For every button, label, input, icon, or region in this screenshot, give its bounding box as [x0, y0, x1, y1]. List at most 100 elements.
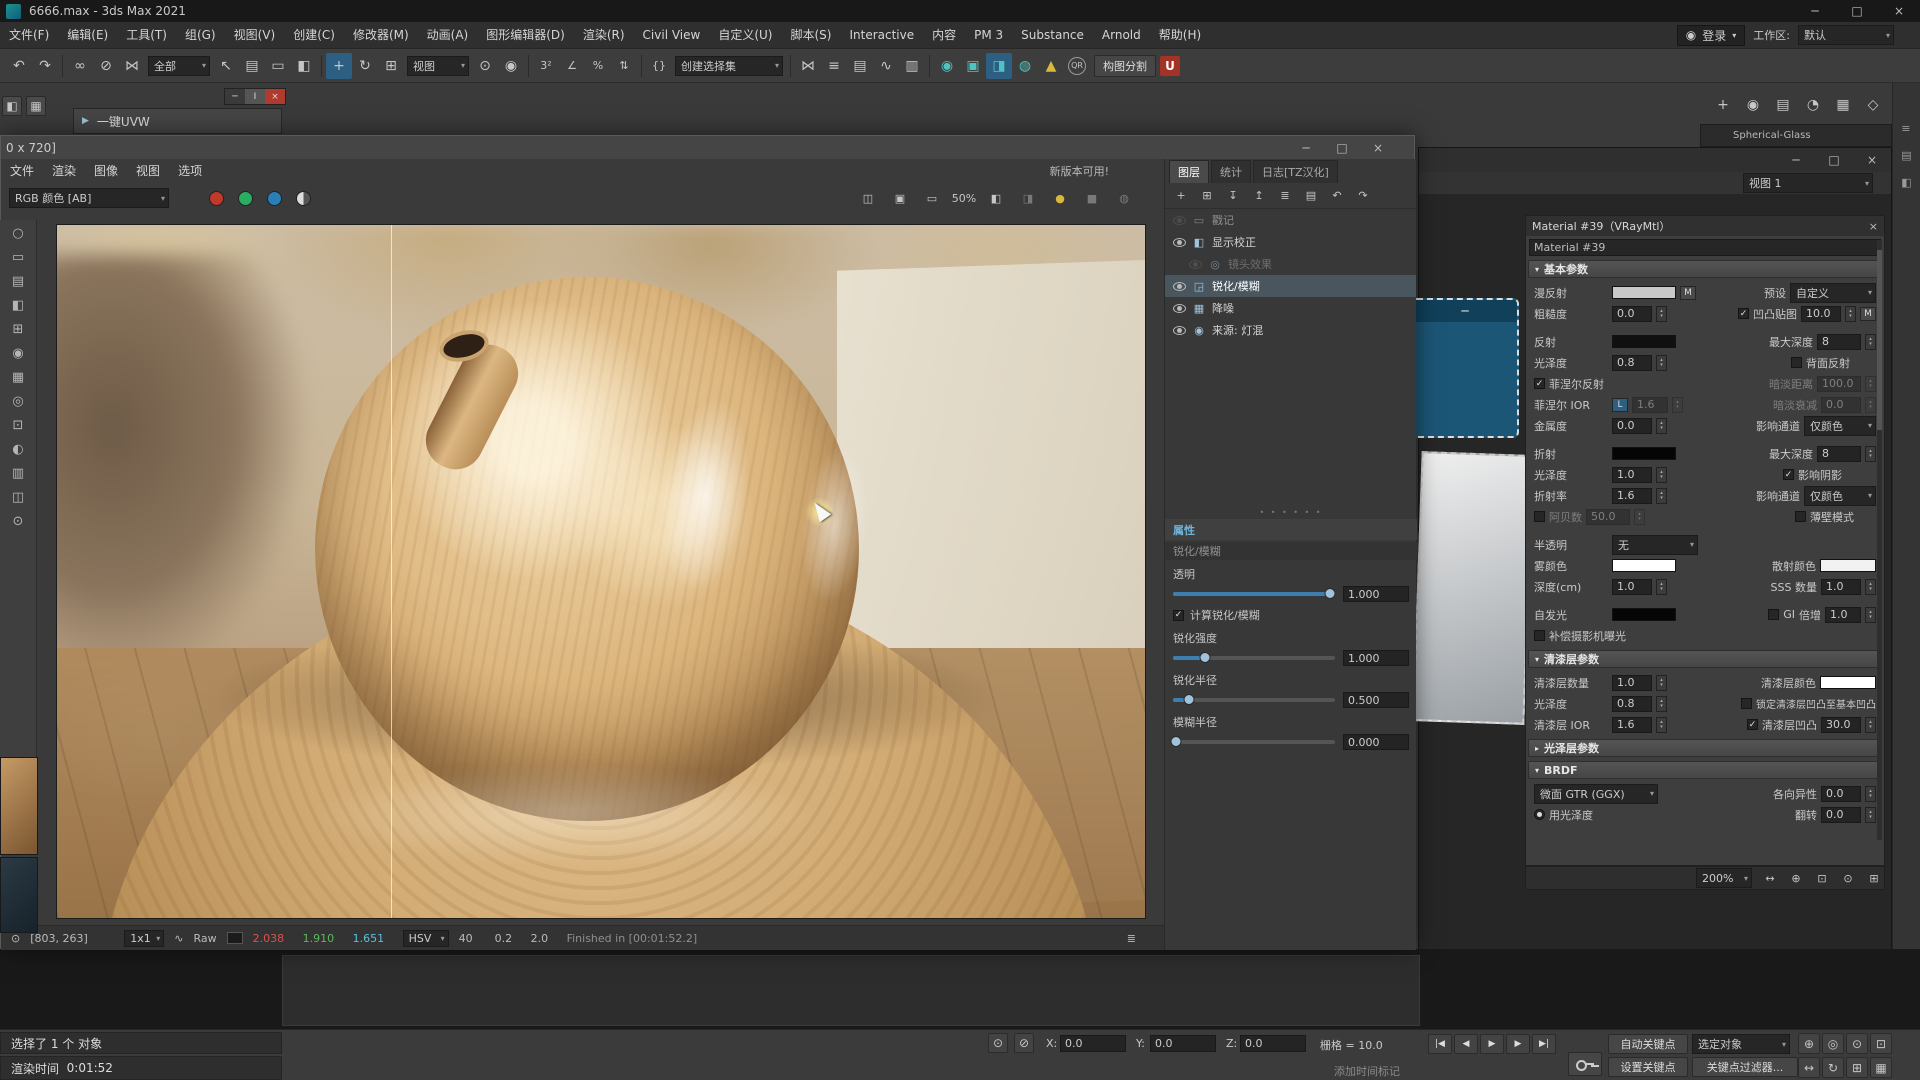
curve-icon[interactable]: ∿: [174, 932, 183, 945]
spinner[interactable]: [1656, 355, 1667, 371]
pan-icon[interactable]: ↔: [1760, 868, 1780, 888]
move-icon[interactable]: +: [326, 53, 352, 79]
depth-value[interactable]: 1.0: [1612, 579, 1652, 595]
spinner[interactable]: [1656, 467, 1667, 483]
channel-dropdown[interactable]: RGB 颜色 [AB]: [9, 188, 169, 208]
zoom-icon[interactable]: ⊕: [1786, 868, 1806, 888]
blue-channel-icon[interactable]: [267, 191, 282, 206]
metalness-value[interactable]: 0.0: [1612, 418, 1652, 434]
bump-value[interactable]: 10.0: [1801, 306, 1841, 322]
warning-icon[interactable]: ▲: [1038, 53, 1064, 79]
opacity-value[interactable]: 1.000: [1343, 586, 1409, 602]
orbit-icon[interactable]: ↻: [1822, 1057, 1844, 1078]
angle-snap-icon[interactable]: ∠: [559, 53, 585, 79]
menu-item[interactable]: 帮助(H): [1150, 28, 1210, 42]
play-icon[interactable]: ▶: [1480, 1034, 1504, 1054]
coat-amount-value[interactable]: 1.0: [1612, 675, 1652, 691]
add-layer-icon[interactable]: +: [1171, 186, 1191, 206]
undo-layer-icon[interactable]: ↶: [1327, 186, 1347, 206]
material-node[interactable]: ─: [1411, 298, 1519, 438]
display-tab-icon[interactable]: ▦: [1830, 92, 1856, 118]
u-script-button[interactable]: U: [1160, 56, 1180, 76]
set-key-icon[interactable]: [1568, 1052, 1602, 1076]
sss-value[interactable]: 1.0: [1821, 579, 1861, 595]
scene-explorer-icon[interactable]: ▤: [847, 53, 873, 79]
left-tool-icon[interactable]: ◫: [12, 490, 24, 505]
rotation-value[interactable]: 0.0: [1821, 807, 1861, 823]
region-render-icon[interactable]: ▭: [922, 188, 942, 208]
add-folder-icon[interactable]: ⊞: [1197, 186, 1217, 206]
hierarchy-tab-icon[interactable]: ▤: [1770, 92, 1796, 118]
edit-named-selections-icon[interactable]: {}: [646, 53, 672, 79]
selected-object-dropdown[interactable]: 选定对象: [1692, 1034, 1790, 1054]
save-layers-icon[interactable]: ↧: [1223, 186, 1243, 206]
vfb-minimize-button[interactable]: ─: [1288, 136, 1324, 159]
diffuse-color-swatch[interactable]: [1612, 286, 1676, 299]
ior-value[interactable]: 1.6: [1612, 488, 1652, 504]
slate-view-dropdown[interactable]: 视图 1: [1743, 173, 1873, 193]
login-button[interactable]: ◉登录▾: [1677, 25, 1746, 46]
pan-icon[interactable]: ↔: [1798, 1057, 1820, 1078]
reflect-gloss-value[interactable]: 0.8: [1612, 355, 1652, 371]
vfb-tab[interactable]: 日志[TZ汉化]: [1253, 160, 1338, 183]
scrollbar[interactable]: [1877, 240, 1882, 840]
pin-icon[interactable]: ⊙: [11, 932, 20, 945]
eye-icon[interactable]: [1173, 282, 1186, 291]
menu-item[interactable]: 文件(F): [0, 28, 58, 42]
refract-affect-dropdown[interactable]: 仅颜色: [1804, 486, 1876, 506]
vfb-menu-item[interactable]: 选项: [169, 164, 211, 178]
viewport-layout-icon[interactable]: ▦: [1870, 1057, 1892, 1078]
reflect-color-swatch[interactable]: [1612, 335, 1676, 348]
spinner[interactable]: [1865, 446, 1876, 462]
spinner[interactable]: [1865, 807, 1876, 823]
menu-item[interactable]: Interactive: [840, 28, 923, 42]
save-copy-icon[interactable]: ▣: [890, 188, 910, 208]
layer-props-icon[interactable]: ▤: [1301, 186, 1321, 206]
layer-row[interactable]: ▭ 戳记: [1165, 209, 1416, 231]
preset-dropdown[interactable]: 自定义: [1790, 283, 1876, 303]
spinner[interactable]: [1656, 488, 1667, 504]
utilities-tab-icon[interactable]: ◇: [1860, 92, 1886, 118]
menu-item[interactable]: 组(G): [176, 28, 225, 42]
slate-maximize-button[interactable]: □: [1815, 148, 1853, 172]
menu-item[interactable]: 工具(T): [117, 28, 176, 42]
track-bar[interactable]: [282, 955, 1420, 1026]
render-setup-icon[interactable]: ▣: [960, 53, 986, 79]
vfb-menu-item[interactable]: 文件: [1, 164, 43, 178]
update-notice[interactable]: 新版本可用!: [1050, 163, 1109, 179]
menu-item[interactable]: 视图(V): [225, 28, 285, 42]
half-resolution-button[interactable]: 50%: [954, 188, 974, 208]
slate-close-button[interactable]: ×: [1853, 148, 1891, 172]
use-pivot-icon[interactable]: ⊙: [472, 53, 498, 79]
abbe-checkbox[interactable]: [1534, 511, 1545, 522]
left-tool-icon[interactable]: ◧: [12, 298, 24, 313]
translucency-dropdown[interactable]: 无: [1612, 535, 1698, 555]
layout-icon[interactable]: ⊞: [1864, 868, 1884, 888]
spinner[interactable]: [1845, 306, 1856, 322]
zoom-extents-icon[interactable]: ⊙: [1838, 868, 1858, 888]
material-preview-tab[interactable]: Spherical-Glass: [1700, 124, 1892, 147]
maximize-button[interactable]: □: [1836, 0, 1878, 22]
refract-color-swatch[interactable]: [1612, 447, 1676, 460]
use-glossiness-radio[interactable]: [1534, 809, 1545, 820]
coat-color-swatch[interactable]: [1820, 676, 1876, 689]
undo-icon[interactable]: ↶: [6, 53, 32, 79]
bump-checkbox[interactable]: [1738, 308, 1749, 319]
rendered-frame-icon[interactable]: ◨: [986, 53, 1012, 79]
fog-color-swatch[interactable]: [1612, 559, 1676, 572]
x-coordinate-field[interactable]: 0.0: [1060, 1035, 1126, 1052]
material-thumbnail[interactable]: [0, 857, 38, 933]
coat-gloss-value[interactable]: 0.8: [1612, 696, 1652, 712]
save-image-icon[interactable]: ◫: [858, 188, 878, 208]
bind-spacewarp-icon[interactable]: ⋈: [119, 53, 145, 79]
dim-distance-value[interactable]: 100.0: [1817, 376, 1861, 392]
left-tool-icon[interactable]: ▤: [12, 274, 24, 289]
eye-icon[interactable]: [1173, 238, 1186, 247]
fresnel-ior-lock-button[interactable]: L: [1612, 398, 1628, 412]
left-tool-icon[interactable]: ◉: [12, 346, 23, 361]
auto-key-button[interactable]: 自动关键点: [1608, 1034, 1688, 1054]
viewport-tab-icon[interactable]: ≡: [1901, 122, 1911, 135]
blur-radius-slider[interactable]: [1173, 740, 1335, 744]
green-channel-icon[interactable]: [238, 191, 253, 206]
statusbar-menu-icon[interactable]: ≣: [1127, 932, 1136, 945]
